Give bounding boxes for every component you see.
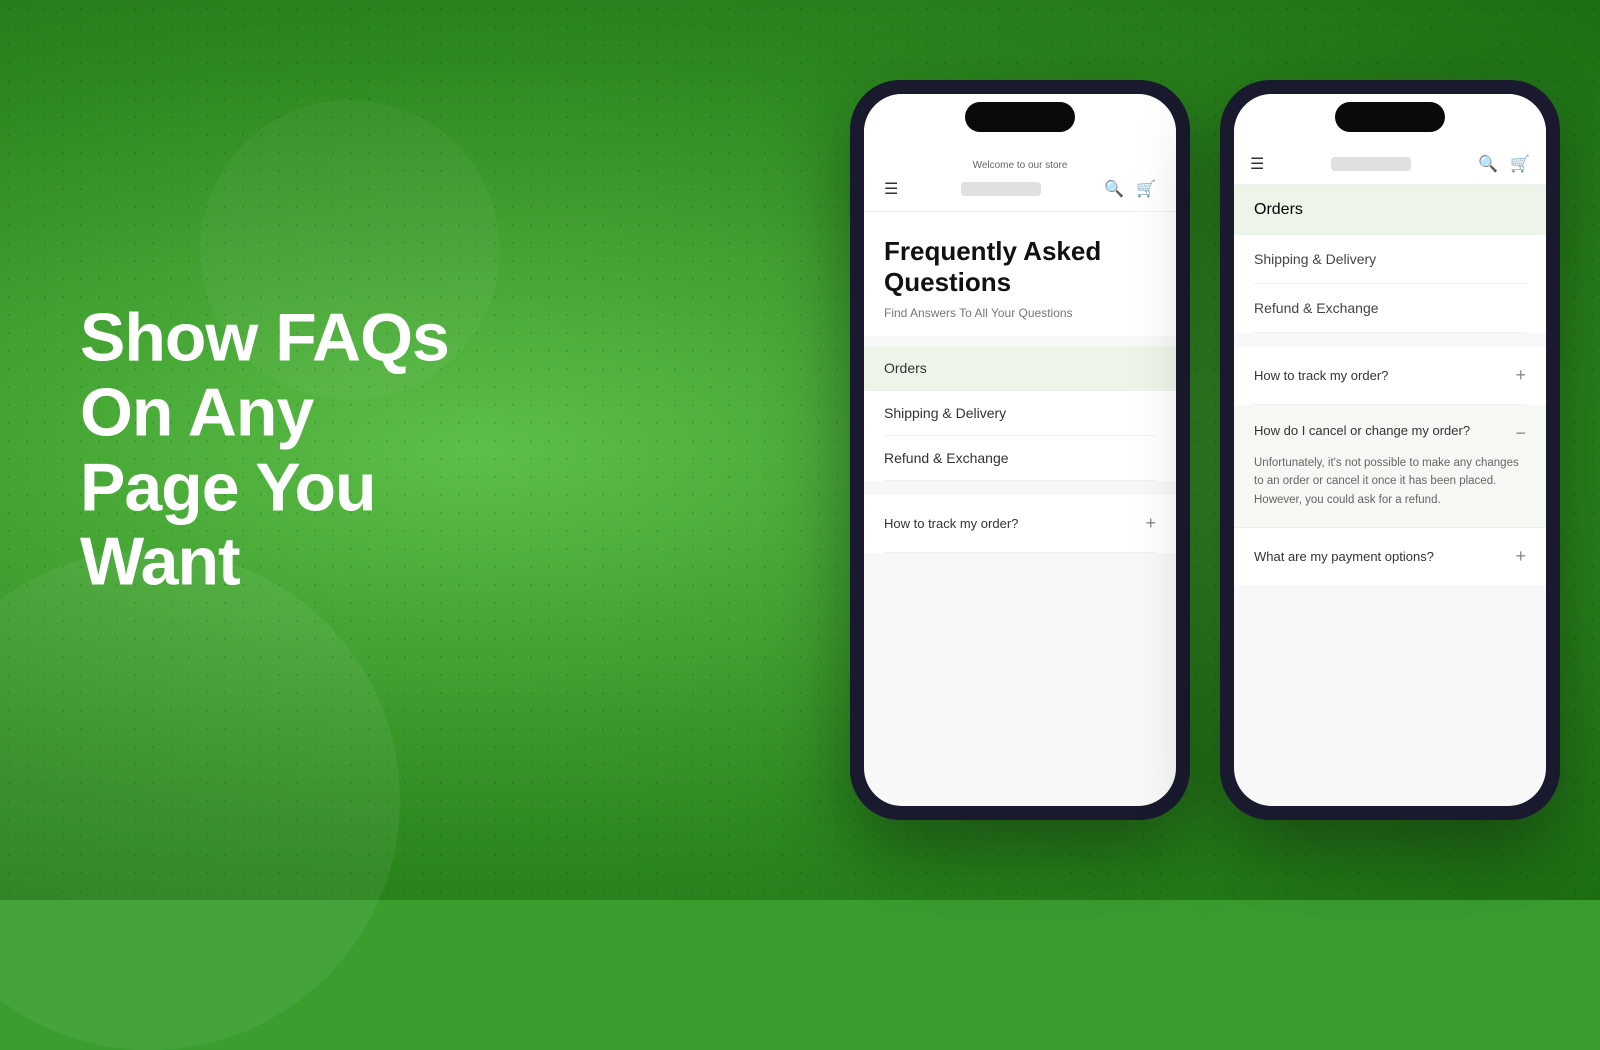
- hamburger-icon-1[interactable]: ☰: [884, 179, 898, 199]
- category-refund-2[interactable]: Refund & Exchange: [1254, 284, 1526, 333]
- welcome-text: Welcome to our store: [880, 160, 1160, 171]
- cart-icon-2[interactable]: 🛒: [1510, 154, 1530, 174]
- headline-line3: Page You: [80, 449, 376, 525]
- faq-item-track-order[interactable]: How to track my order? +: [884, 495, 1156, 553]
- collapse-icon-2: −: [1515, 423, 1526, 444]
- category-shipping-2[interactable]: Shipping & Delivery: [1254, 235, 1526, 284]
- faq-title-1: Frequently Asked Questions: [884, 236, 1156, 298]
- phone-1: Welcome to our store ☰ 🔍 🛒 Frequently As…: [850, 80, 1190, 820]
- dynamic-island-2: [1335, 102, 1445, 132]
- expand-icon-2-1: +: [1515, 365, 1526, 386]
- left-hero-text: Show FAQs On Any Page You Want: [80, 300, 449, 599]
- logo-placeholder-1: [961, 182, 1041, 196]
- expand-icon-2-3: +: [1515, 546, 1526, 567]
- expand-icon-1: +: [1145, 513, 1156, 534]
- phone-2-screen: ☰ 🔍 🛒 Orders Shipping & Delivery Refund …: [1234, 94, 1546, 806]
- category-shipping-1[interactable]: Shipping & Delivery: [884, 391, 1156, 436]
- faq-item-2-payment[interactable]: What are my payment options? +: [1254, 528, 1526, 585]
- search-icon-1[interactable]: 🔍: [1104, 179, 1124, 199]
- search-icon-2[interactable]: 🔍: [1478, 154, 1498, 174]
- faq-subtitle-1: Find Answers To All Your Questions: [884, 306, 1156, 320]
- faq-item-2-cancel[interactable]: How do I cancel or change my order? − Un…: [1234, 405, 1546, 528]
- headline-line4: Want: [80, 524, 240, 600]
- hamburger-icon-2[interactable]: ☰: [1250, 154, 1264, 174]
- phones-container: Welcome to our store ☰ 🔍 🛒 Frequently As…: [850, 0, 1560, 900]
- category-orders-1[interactable]: Orders: [864, 346, 1176, 391]
- category-orders-2[interactable]: Orders: [1234, 185, 1546, 235]
- faq-header-1: Frequently Asked Questions Find Answers …: [864, 212, 1176, 336]
- headline-line2: On Any: [80, 374, 313, 450]
- faq-item-2-track[interactable]: How to track my order? +: [1254, 347, 1526, 405]
- cart-icon-1[interactable]: 🛒: [1136, 179, 1156, 199]
- dynamic-island-1: [965, 102, 1075, 132]
- phone-2: ☰ 🔍 🛒 Orders Shipping & Delivery Refund …: [1220, 80, 1560, 820]
- category-list-1: Orders Shipping & Delivery Refund & Exch…: [864, 346, 1176, 481]
- category-refund-1[interactable]: Refund & Exchange: [884, 436, 1156, 481]
- faq-items-2: How to track my order? + How do I cancel…: [1234, 347, 1546, 585]
- phone-1-screen: Welcome to our store ☰ 🔍 🛒 Frequently As…: [864, 94, 1176, 806]
- headline-line1: Show FAQs: [80, 299, 449, 375]
- category-list-2: Orders Shipping & Delivery Refund & Exch…: [1234, 185, 1546, 333]
- faq-items-1: How to track my order? +: [864, 495, 1176, 553]
- logo-placeholder-2: [1331, 157, 1411, 171]
- faq-answer-2: Unfortunately, it's not possible to make…: [1254, 454, 1526, 509]
